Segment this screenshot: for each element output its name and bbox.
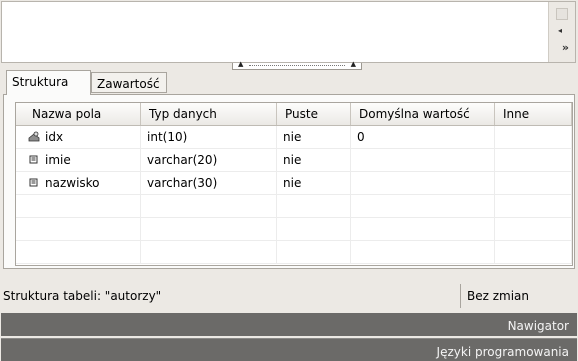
- field-default: [350, 171, 495, 195]
- document-icon: [556, 8, 568, 20]
- field-other: [494, 125, 572, 149]
- field-type: int(10): [140, 125, 277, 149]
- field-name: nazwisko: [45, 176, 100, 190]
- field-default: 0: [350, 125, 495, 149]
- editor-area[interactable]: ◂ »: [1, 1, 576, 63]
- field-other: [494, 148, 572, 172]
- arrow-left-icon[interactable]: ◂: [558, 26, 562, 35]
- table-row[interactable]: imie varchar(20) nie: [16, 148, 572, 172]
- arrow-up-icon[interactable]: ▲: [238, 60, 243, 68]
- table-row[interactable]: idx int(10) nie 0: [16, 125, 572, 149]
- column-header-other[interactable]: Inne: [494, 103, 572, 126]
- field-type: varchar(20): [140, 148, 277, 172]
- field-icon: [29, 178, 38, 187]
- empty-row[interactable]: [16, 194, 572, 218]
- column-header-name[interactable]: Nazwa pola: [16, 103, 141, 126]
- mini-scrollbar[interactable]: ◂ »: [548, 2, 575, 62]
- navigator-panel-header[interactable]: Nawigator: [1, 313, 577, 336]
- field-default: [350, 148, 495, 172]
- tab-struktura[interactable]: Struktura: [6, 70, 91, 95]
- field-name: imie: [45, 153, 71, 167]
- status-separator: [460, 284, 461, 308]
- field-null: nie: [276, 125, 351, 149]
- arrow-up-icon[interactable]: ▲: [351, 60, 356, 68]
- column-header-null[interactable]: Puste: [276, 103, 351, 126]
- status-table-structure: Struktura tabeli: "autorzy": [3, 289, 162, 303]
- double-chevron-down-icon[interactable]: »: [562, 42, 569, 53]
- panel-splitter[interactable]: ▲ ▲: [232, 60, 362, 70]
- empty-row[interactable]: [16, 240, 572, 264]
- field-other: [494, 171, 572, 195]
- status-bar: Struktura tabeli: "autorzy" Bez zmian: [1, 272, 577, 310]
- column-header-default[interactable]: Domyślna wartość: [350, 103, 495, 126]
- field-null: nie: [276, 171, 351, 195]
- field-icon: [29, 155, 38, 164]
- column-header-type[interactable]: Typ danych: [140, 103, 277, 126]
- status-change-state: Bez zmian: [467, 289, 530, 303]
- empty-row[interactable]: [16, 217, 572, 241]
- programming-languages-panel-header[interactable]: Języki programowania: [1, 338, 577, 361]
- field-null: nie: [276, 148, 351, 172]
- tab-zawartosc[interactable]: Zawartość: [91, 72, 167, 93]
- field-name: idx: [45, 130, 64, 144]
- field-type: varchar(30): [140, 171, 277, 195]
- table-row[interactable]: nazwisko varchar(30) nie: [16, 171, 572, 195]
- primary-key-icon: [28, 131, 40, 142]
- structure-table[interactable]: Nazwa pola Typ danych Puste Domyślna war…: [15, 102, 573, 266]
